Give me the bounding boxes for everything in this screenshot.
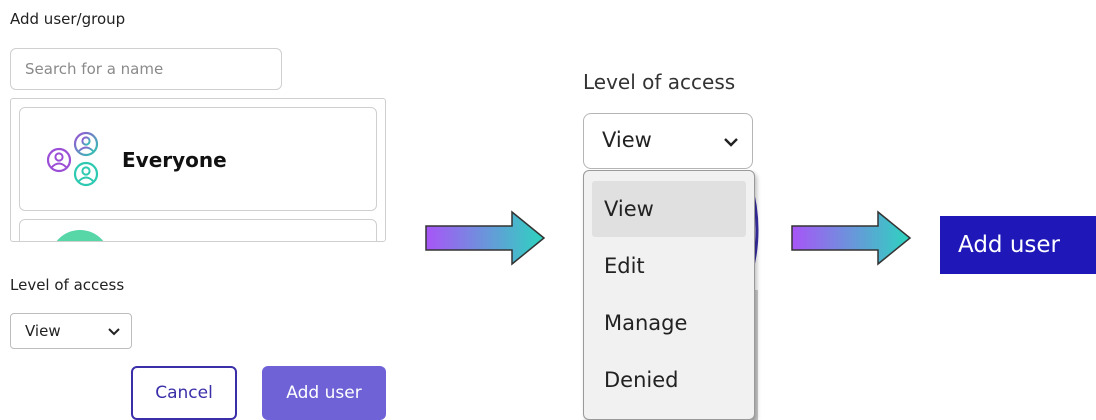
panel-title: Add user/group — [10, 10, 126, 28]
option-manage[interactable]: Manage — [592, 295, 746, 351]
avatar — [50, 230, 110, 241]
level-of-access-label: Level of access — [10, 276, 125, 294]
user-group-list[interactable]: Everyone — [10, 98, 386, 242]
option-edit[interactable]: Edit — [592, 238, 746, 294]
list-item-partial[interactable] — [19, 219, 377, 241]
search-input[interactable] — [10, 48, 282, 90]
arrow-right-icon — [425, 210, 546, 266]
level-of-access-select[interactable]: View — [10, 313, 132, 349]
option-view[interactable]: View — [592, 181, 746, 237]
level-dropdown-menu: View Edit Manage Denied — [583, 170, 755, 420]
option-denied[interactable]: Denied — [592, 352, 746, 408]
cancel-button[interactable]: Cancel — [131, 366, 237, 420]
arrow-right-icon — [791, 210, 912, 266]
user-group-icon — [46, 131, 99, 187]
chevron-down-icon — [724, 138, 738, 147]
list-item-everyone[interactable]: Everyone — [19, 107, 377, 211]
add-user-button[interactable]: Add user — [940, 216, 1096, 274]
select-value: View — [25, 322, 61, 340]
list-item-label: Everyone — [122, 148, 227, 172]
level-of-access-select[interactable]: View — [583, 113, 753, 169]
select-value: View — [602, 128, 652, 152]
chevron-down-icon — [108, 328, 120, 336]
level-of-access-label: Level of access — [583, 70, 736, 94]
panel-add-user-group: Add user/group Search for a name Everyon… — [0, 0, 400, 420]
add-user-button[interactable]: Add user — [262, 366, 386, 420]
